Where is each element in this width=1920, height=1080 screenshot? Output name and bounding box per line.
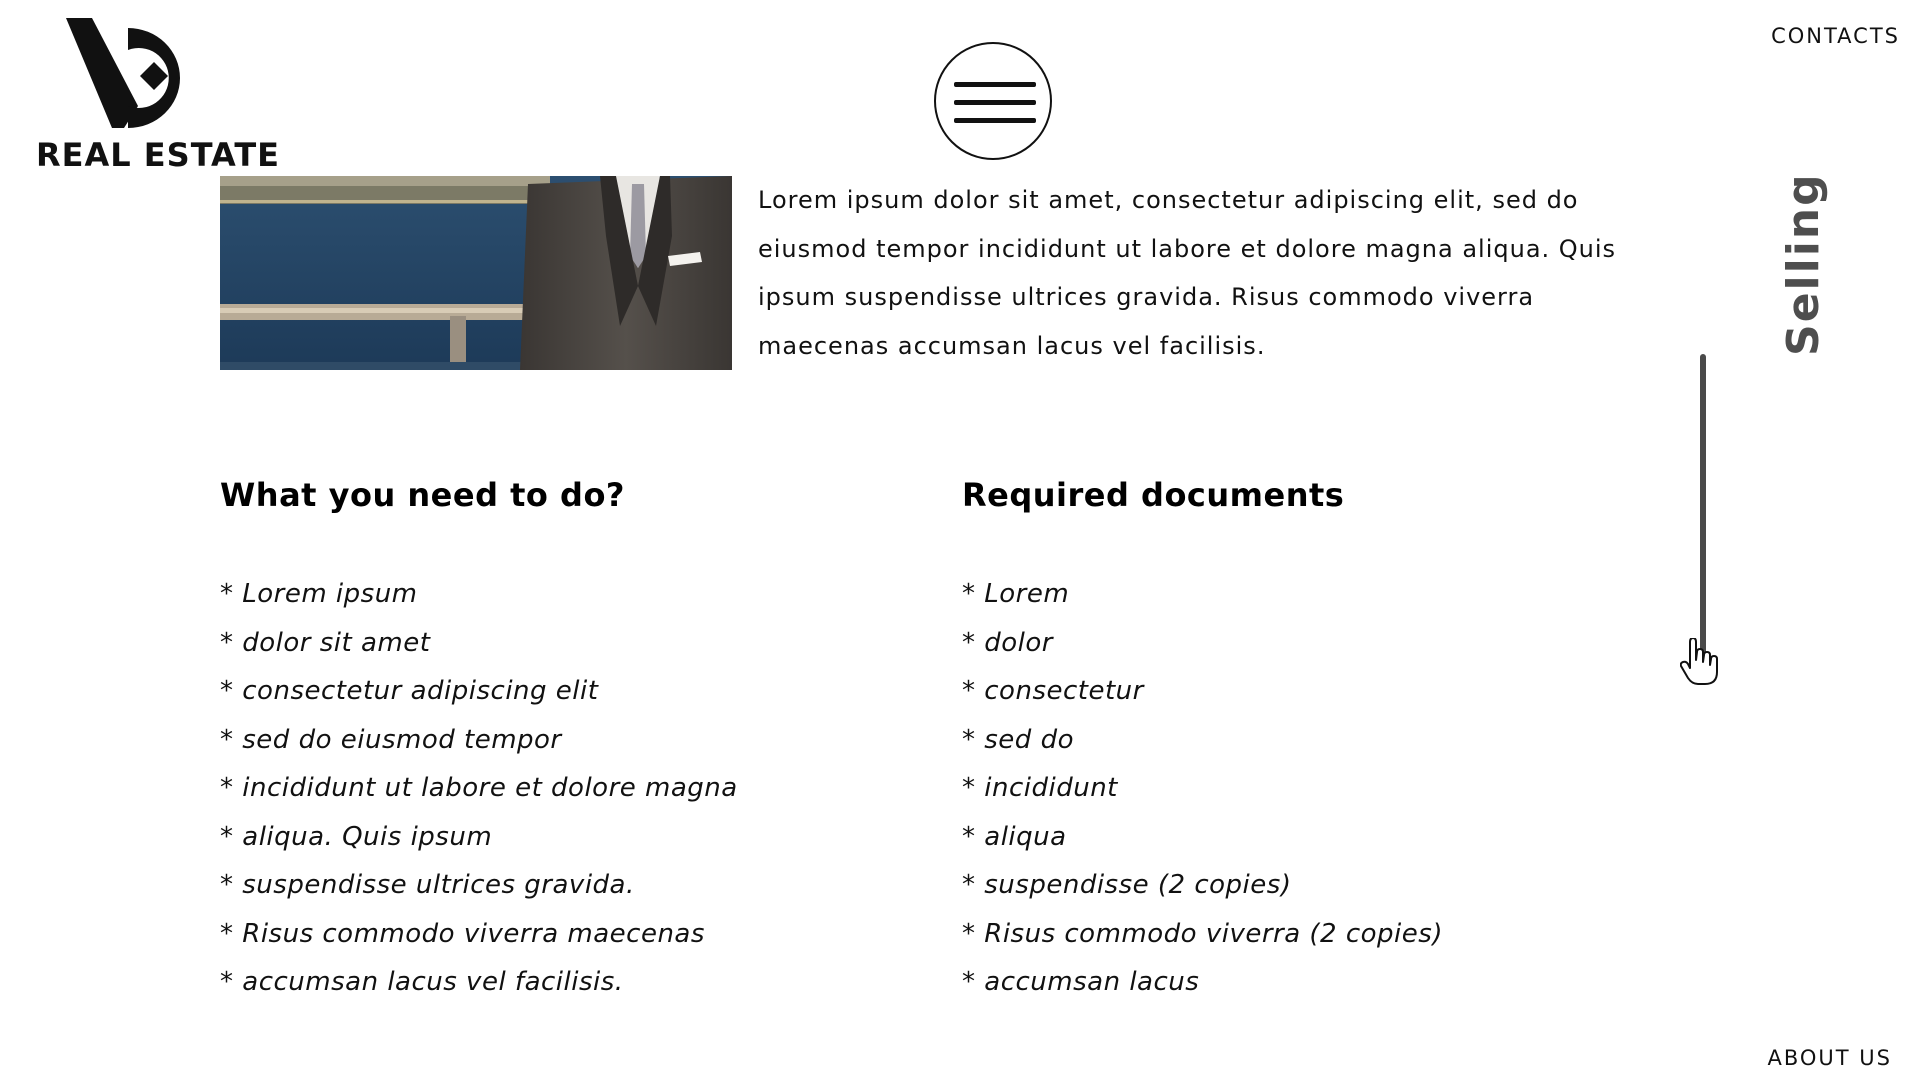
brand-name: REAL ESTATE [36,136,281,174]
required-documents-heading: Required documents [962,476,1345,514]
what-to-do-heading: What you need to do? [220,476,625,514]
hamburger-icon [954,82,1036,87]
list-item: * aliqua [962,821,1067,852]
list-item: * accumsan lacus [962,967,1200,997]
section-label-vertical: Selling [1778,172,1829,356]
hero-image [220,176,732,370]
list-item: * accumsan lacus vel facilisis. [220,967,624,997]
list-item: * sed do eiusmod tempor [220,724,562,755]
logo-mark-icon [66,18,180,128]
brand-logo[interactable]: REAL ESTATE [34,18,279,178]
list-item: * consectetur [962,676,1144,706]
list-item: * incididunt ut labore et dolore magna [220,773,738,803]
menu-button[interactable] [934,42,1052,160]
list-item: * suspendisse (2 copies) [962,870,1292,900]
list-item: * suspendisse ultrices gravida. [220,870,635,900]
list-item: * Lorem ipsum [220,579,418,609]
list-item: * Risus commodo viverra maecenas [220,918,705,949]
list-item: * Risus commodo viverra (2 copies) [962,918,1443,949]
required-documents-list: * Lorem * dolor * consectetur * sed do *… [962,570,1443,1007]
about-us-link[interactable]: ABOUT US [1767,1046,1892,1070]
list-item: * dolor [962,627,1053,658]
intro-paragraph: Lorem ipsum dolor sit amet, consectetur … [758,186,1617,360]
list-item: * consectetur adipiscing elit [220,676,599,706]
list-item: * aliqua. Quis ipsum [220,821,493,852]
what-to-do-list: * Lorem ipsum * dolor sit amet * consect… [220,570,738,1007]
hamburger-icon-line [954,118,1036,123]
list-item: * Lorem [962,579,1070,609]
list-item: * incididunt [962,773,1118,803]
list-item: * dolor sit amet [220,627,431,658]
hamburger-icon-line [954,100,1036,105]
scroll-indicator[interactable] [1700,354,1706,654]
hand-cursor-icon [1679,637,1718,690]
contacts-link[interactable]: CONTACTS [1771,24,1900,48]
list-item: * sed do [962,724,1074,755]
